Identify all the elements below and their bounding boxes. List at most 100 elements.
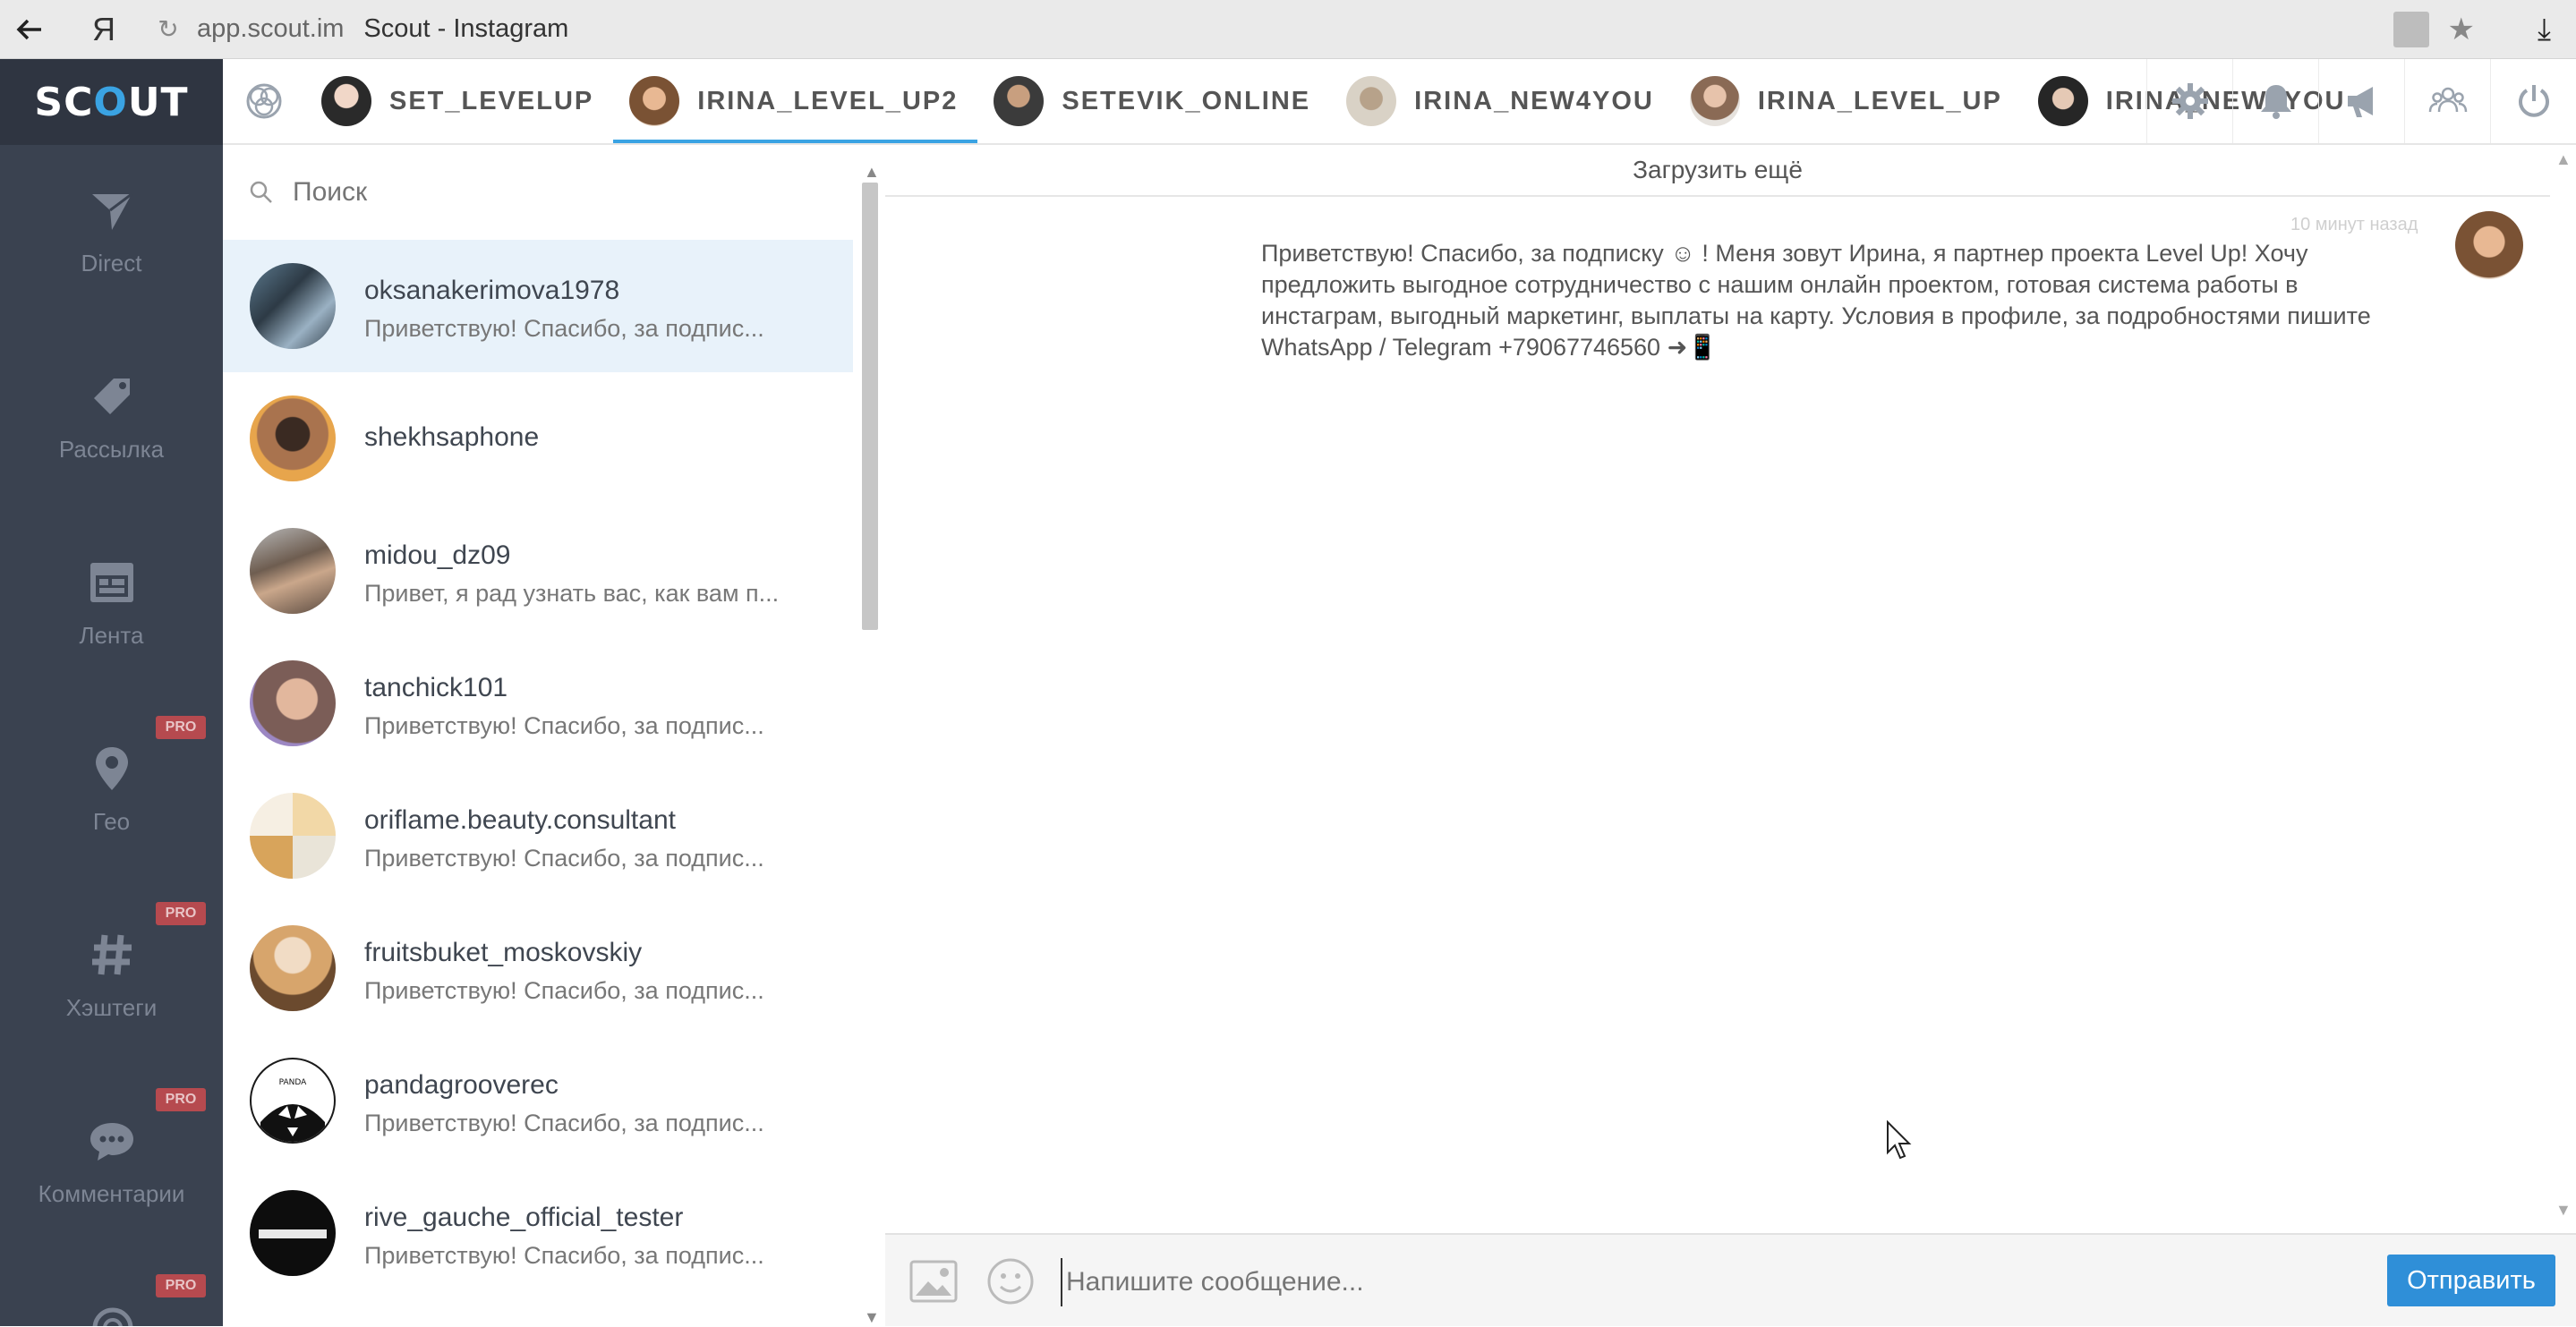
sidebar-item-label: Лента xyxy=(79,621,144,649)
gear-icon xyxy=(2171,83,2208,119)
message-input[interactable] xyxy=(1061,1258,2321,1306)
pro-badge: PRO xyxy=(156,1274,206,1297)
scroll-down-arrow-icon[interactable]: ▼ xyxy=(2555,1201,2572,1220)
tab-account-active[interactable]: IRINA_LEVEL_UP2 xyxy=(613,59,978,143)
conversation-item[interactable]: oriflame.beauty.consultant Приветствую! … xyxy=(223,770,853,902)
comment-icon xyxy=(90,1122,133,1161)
panda-logo: PANDA xyxy=(260,1078,325,1142)
avatar xyxy=(2037,76,2088,126)
reload-icon[interactable]: ↻ xyxy=(149,14,188,44)
calendar-icon xyxy=(90,562,133,602)
emoji-icon[interactable] xyxy=(985,1256,1036,1306)
team-button[interactable] xyxy=(2404,59,2490,143)
tab-label: SET_LEVELUP xyxy=(389,86,594,115)
avatar xyxy=(250,1190,336,1276)
scrollbar-thumb[interactable] xyxy=(862,183,878,630)
conversation-name: shekhsaphone xyxy=(364,422,540,452)
message-text: Приветствую! Спасибо, за подписку ☺ ! Ме… xyxy=(1261,240,2371,361)
rive-gauche-logo xyxy=(259,1229,327,1238)
bell-icon xyxy=(2260,85,2291,119)
avatar xyxy=(250,263,336,349)
conversation-preview: Приветствую! Спасибо, за подпис... xyxy=(364,845,764,872)
search-icon xyxy=(250,181,272,203)
yandex-button[interactable]: Я xyxy=(59,0,149,59)
conversation-item[interactable]: shekhsaphone xyxy=(223,372,853,505)
settings-button[interactable] xyxy=(2146,59,2232,143)
sidebar-item-hashtags[interactable]: Хэштеги xyxy=(0,904,223,1047)
tag-icon xyxy=(93,378,130,414)
conversation-preview: Привет, я рад узнать вас, как вам п... xyxy=(364,580,780,607)
message-composer: Отправить xyxy=(885,1233,2576,1326)
hashtag-icon xyxy=(91,934,132,974)
scroll-down-arrow-icon[interactable]: ▼ xyxy=(864,1308,880,1327)
sidebar-item-geo[interactable]: Гео xyxy=(0,718,223,861)
notifications-button[interactable] xyxy=(2232,59,2318,143)
avatar xyxy=(250,660,336,746)
avatar xyxy=(250,528,336,614)
sidebar-item-feed[interactable]: Лента xyxy=(0,532,223,675)
scroll-up-arrow-icon[interactable]: ▲ xyxy=(2555,150,2572,169)
announcements-button[interactable] xyxy=(2318,59,2404,143)
paper-plane-icon xyxy=(91,192,132,230)
search-input[interactable] xyxy=(291,176,742,208)
conversation-item[interactable]: rive_gauche_official_tester Приветствую!… xyxy=(223,1167,853,1299)
sidebar-item-mailing[interactable]: Рассылка xyxy=(0,345,223,489)
mouse-cursor-icon xyxy=(1887,1120,1912,1160)
avatar xyxy=(250,925,336,1011)
scroll-up-arrow-icon[interactable]: ▲ xyxy=(864,163,880,182)
conversation-item[interactable]: midou_dz09 Привет, я рад узнать вас, как… xyxy=(223,505,853,637)
download-icon[interactable]: ⤓ xyxy=(2538,13,2551,47)
avatar xyxy=(250,793,336,879)
tab-account[interactable]: IRINA_NEW4YOU xyxy=(1330,59,1674,143)
avatar xyxy=(250,396,336,481)
sidebar-item-label: Комментарии xyxy=(38,1179,185,1207)
sidebar-item-direct[interactable]: Direct xyxy=(0,159,223,302)
conversation-preview: Приветствую! Спасибо, за подпис... xyxy=(364,977,764,1004)
conversation-name: oksanakerimova1978 xyxy=(364,276,620,305)
avatar xyxy=(994,76,1045,126)
conversation-name: pandagrooverec xyxy=(364,1070,559,1100)
star-icon[interactable]: ★ xyxy=(2447,12,2474,47)
sidebar-item-label: Direct xyxy=(81,249,142,276)
megaphone-icon xyxy=(2347,87,2373,117)
tab-label: IRINA_LEVEL_UP2 xyxy=(697,86,959,115)
conversation-preview: Приветствую! Спасибо, за подпис... xyxy=(364,712,764,739)
search-box xyxy=(250,145,858,240)
load-more-button[interactable]: Загрузить ещё xyxy=(885,145,2550,197)
scout-logo[interactable]: SC O UT xyxy=(0,59,223,145)
message-timestamp: 10 минут назад xyxy=(2290,215,2418,234)
sidebar-item-label: Гео xyxy=(92,807,131,835)
conversation-item[interactable]: fruitsbuket_moskovskiy Приветствую! Спас… xyxy=(223,902,853,1034)
tab-account[interactable]: IRINA_LEVEL_UP xyxy=(1674,59,2022,143)
chat-panel: Загрузить ещё 10 минут назад Приветствую… xyxy=(885,145,2576,1326)
all-accounts-button[interactable] xyxy=(223,59,305,143)
back-button[interactable] xyxy=(0,0,59,59)
conversation-item[interactable]: PANDA pandagrooverec Приветствую! Спасиб… xyxy=(223,1034,853,1167)
tab-label: SETEVIK_ONLINE xyxy=(1062,86,1311,115)
image-attach-icon[interactable] xyxy=(908,1256,959,1306)
more-icon[interactable] xyxy=(86,1301,140,1326)
sidebar-item-comments[interactable]: Комментарии xyxy=(0,1090,223,1233)
tab-account[interactable]: SETEVIK_ONLINE xyxy=(977,59,1330,143)
conversation-preview: Приветствую! Спасибо, за подпис... xyxy=(364,315,764,342)
sidebar-item-label: Хэштеги xyxy=(65,993,158,1021)
chat-scrollbar[interactable]: ▲ ▼ xyxy=(2552,145,2576,1237)
send-button[interactable]: Отправить xyxy=(2387,1255,2555,1306)
power-icon xyxy=(2518,85,2549,117)
address-bar-url[interactable]: app.scout.im xyxy=(197,14,344,44)
avatar: PANDA xyxy=(250,1058,336,1144)
conversation-scrollbar[interactable]: ▲ ▼ xyxy=(855,163,885,1326)
conversation-list: oksanakerimova1978 Приветствую! Спасибо,… xyxy=(223,145,887,1326)
tab-account[interactable]: SET_LEVELUP xyxy=(305,59,613,143)
tab-label: IRINA_NEW4YOU xyxy=(1414,86,1654,115)
account-tabs: SET_LEVELUP IRINA_LEVEL_UP2 SETEVIK_ONLI… xyxy=(305,59,2378,143)
avatar xyxy=(629,76,680,126)
conversation-item[interactable]: tanchick101 Приветствую! Спасибо, за под… xyxy=(223,637,853,770)
conversation-preview: Приветствую! Спасибо, за подпис... xyxy=(364,1242,764,1269)
conversation-item[interactable]: oksanakerimova1978 Приветствую! Спасибо,… xyxy=(223,240,853,372)
lock-icon[interactable] xyxy=(2393,12,2430,47)
tab-label: IRINA_LEVEL_UP xyxy=(1757,86,2002,115)
page-title: Scout - Instagram xyxy=(363,14,569,43)
avatar xyxy=(2455,211,2523,279)
logout-button[interactable] xyxy=(2490,59,2576,143)
